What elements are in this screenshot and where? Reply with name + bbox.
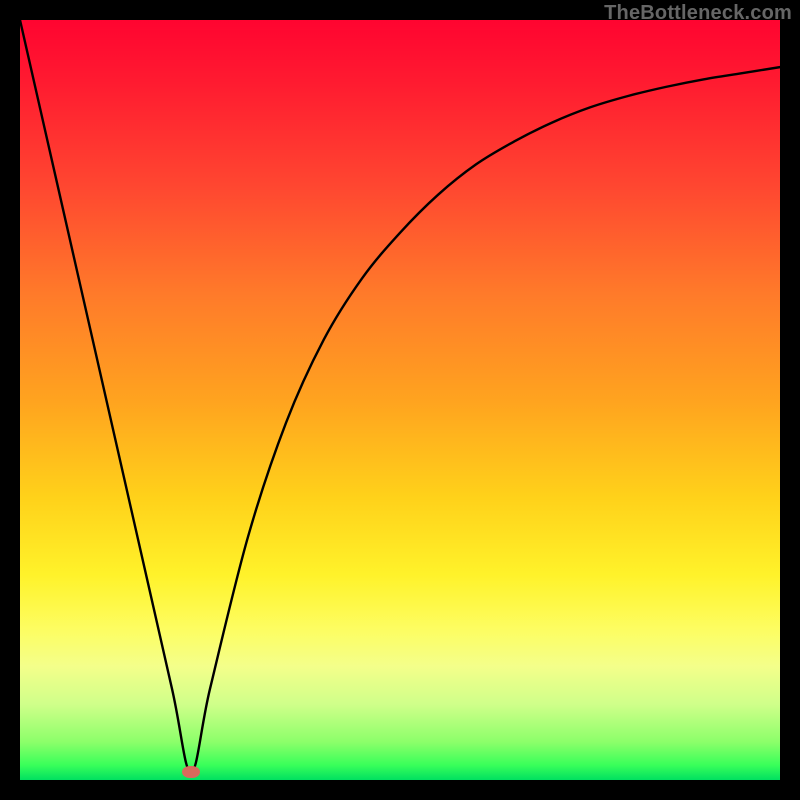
- chart-frame: TheBottleneck.com: [0, 0, 800, 800]
- watermark-text: TheBottleneck.com: [604, 2, 792, 25]
- plot-outer: [18, 18, 782, 782]
- plot-gradient-background: [20, 20, 780, 780]
- minimum-marker: [182, 766, 200, 778]
